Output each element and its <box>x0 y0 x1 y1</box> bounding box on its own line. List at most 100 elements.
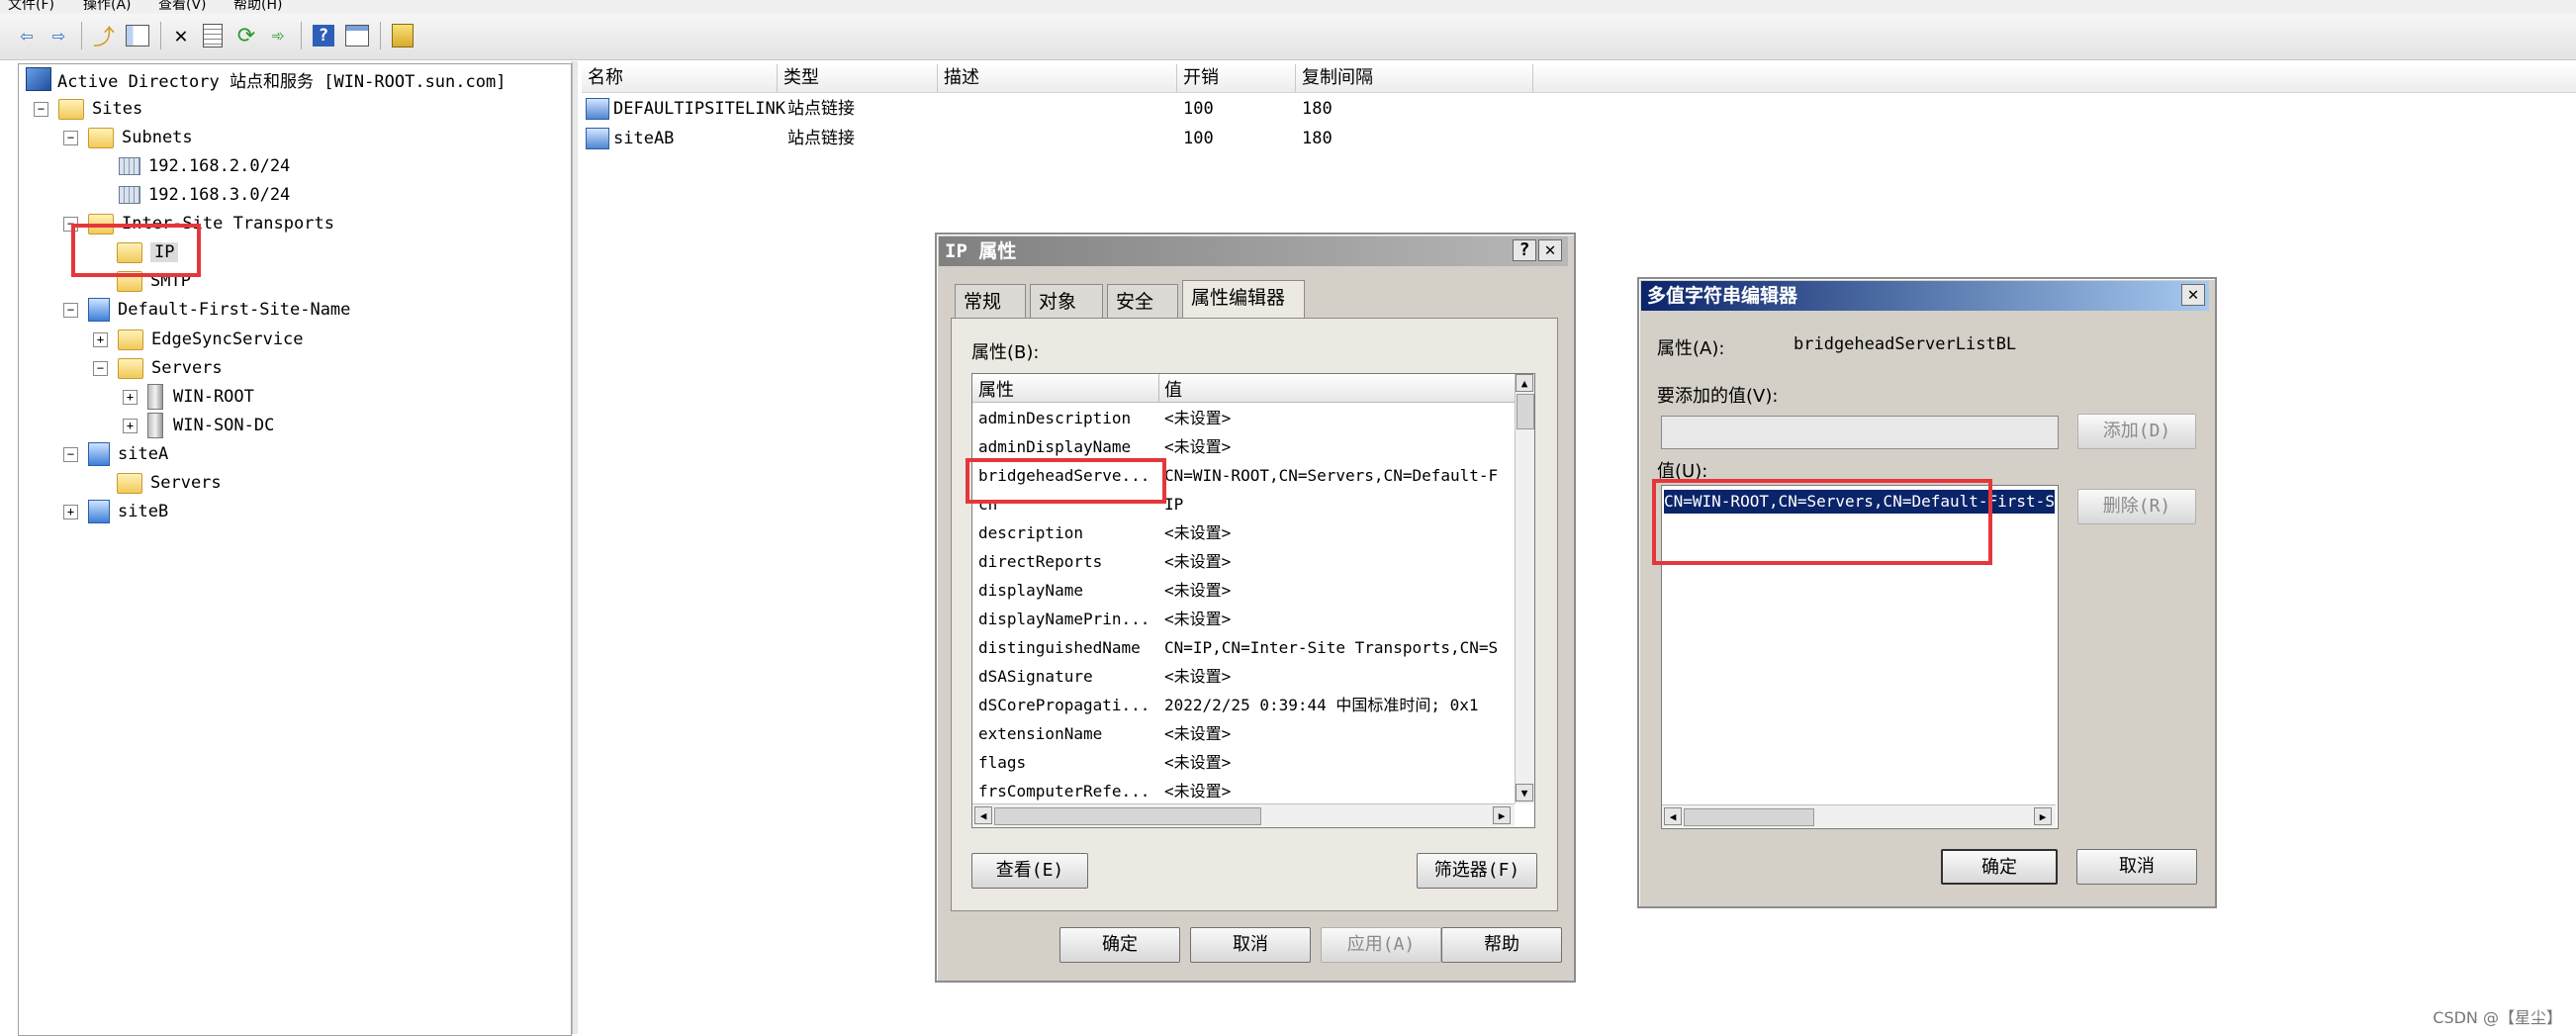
attribute-row[interactable]: adminDescription <未设置> <box>972 404 1515 432</box>
scroll-down-icon[interactable]: ▼ <box>1516 784 1533 801</box>
attribute-row[interactable]: dSCorePropagati... 2022/2/25 0:39:44 中国标准… <box>972 691 1515 719</box>
tree-item-subnet[interactable]: 192.168.3.0/24 <box>119 181 290 209</box>
show-tree-icon[interactable] <box>123 21 152 50</box>
menu-help[interactable]: 帮助(H) <box>233 0 282 14</box>
cancel-button[interactable]: 取消 <box>2076 849 2197 885</box>
export-icon[interactable]: ➾ <box>263 21 293 50</box>
attribute-editor-panel: 属性(B): 属性 值 adminDescription <未设置> adminDi… <box>951 318 1558 911</box>
view-button[interactable]: 查看(E) <box>971 853 1088 889</box>
tree-item-servers[interactable]: Servers <box>117 469 222 497</box>
scroll-right-icon[interactable]: ▶ <box>2034 807 2052 825</box>
add-button[interactable]: 添加(D) <box>2077 414 2196 449</box>
forward-icon[interactable]: ⇨ <box>44 21 73 50</box>
menu-action[interactable]: 操作(A) <box>83 0 132 14</box>
tree-item-default-site[interactable]: − Default-First-Site-Name <box>63 296 350 324</box>
help-button[interactable]: ? <box>1513 239 1536 261</box>
horizontal-scrollbar[interactable]: ◀ ▶ <box>972 803 1515 826</box>
scroll-thumb[interactable] <box>1684 808 1814 826</box>
tree-item-subnets[interactable]: − Subnets <box>63 124 193 151</box>
properties-icon[interactable] <box>198 21 228 50</box>
attribute-row[interactable]: extensionName <未设置> <box>972 719 1515 748</box>
collapse-icon[interactable]: − <box>63 216 78 232</box>
collapse-icon[interactable]: − <box>93 360 108 376</box>
tree-item-subnet[interactable]: 192.168.2.0/24 <box>119 152 290 180</box>
scroll-thumb[interactable] <box>1517 394 1534 429</box>
dialog-titlebar[interactable]: IP 属性 <box>939 236 1568 266</box>
tree-item-servers[interactable]: − Servers <box>93 354 223 382</box>
ok-button[interactable]: 确定 <box>1941 849 2058 885</box>
tab-general[interactable]: 常规 <box>955 284 1026 318</box>
attribute-row[interactable]: frsComputerRefe... <未设置> <box>972 777 1515 805</box>
tree-item-ip[interactable]: IP <box>117 238 179 266</box>
column-interval[interactable]: 复制间隔 <box>1296 64 1533 92</box>
filter-button[interactable]: 筛选器(F) <box>1417 853 1537 889</box>
collapse-icon[interactable]: − <box>63 130 78 145</box>
expand-icon[interactable]: + <box>63 504 78 519</box>
ok-button[interactable]: 确定 <box>1059 927 1180 963</box>
tree-item-siteB[interactable]: + siteB <box>63 498 168 525</box>
column-description[interactable]: 描述 <box>938 64 1177 92</box>
attribute-row[interactable]: directReports <未设置> <box>972 547 1515 576</box>
attribute-row[interactable]: distinguishedName CN=IP,CN=Inter-Site Tra… <box>972 633 1515 662</box>
folder-icon <box>88 213 114 235</box>
vertical-scrollbar[interactable]: ▲ ▼ <box>1515 374 1534 803</box>
close-button[interactable]: ✕ <box>1538 239 1562 261</box>
expand-icon[interactable]: + <box>123 389 138 405</box>
attribute-row[interactable]: displayNamePrin... <未设置> <box>972 605 1515 633</box>
attribute-row[interactable]: adminDisplayName <未设置> <box>972 432 1515 461</box>
values-list[interactable]: CN=WIN-ROOT,CN=Servers,CN=Default-First-… <box>1661 485 2059 829</box>
scroll-thumb[interactable] <box>994 807 1261 825</box>
back-icon[interactable]: ⇦ <box>12 21 42 50</box>
column-name[interactable]: 名称 <box>582 64 778 92</box>
remove-button[interactable]: 删除(R) <box>2077 489 2196 524</box>
attribute-row[interactable]: displayName <未设置> <box>972 576 1515 605</box>
tab-security[interactable]: 安全 <box>1107 284 1178 318</box>
apply-button[interactable]: 应用(A) <box>1321 927 1441 963</box>
tab-attribute-editor[interactable]: 属性编辑器 <box>1182 280 1305 318</box>
collapse-icon[interactable]: − <box>63 302 78 318</box>
list-row[interactable]: DEFAULTIPSITELINK <box>586 95 785 123</box>
console-icon[interactable] <box>388 21 417 50</box>
list-row[interactable]: siteAB <box>586 125 674 152</box>
dialog-titlebar[interactable]: 多值字符串编辑器 <box>1641 281 2209 311</box>
expand-icon[interactable]: + <box>123 418 138 433</box>
column-type[interactable]: 类型 <box>778 64 938 92</box>
tree-item-edgesync[interactable]: + EdgeSyncService <box>93 326 304 353</box>
tree-item-sites[interactable]: − Sites <box>34 95 142 123</box>
attribute-row[interactable]: bridgeheadServe... CN=WIN-ROOT,CN=Servers… <box>972 461 1515 490</box>
menu-view[interactable]: 查看(V) <box>158 0 207 14</box>
close-button[interactable]: ✕ <box>2181 284 2205 306</box>
scroll-up-icon[interactable]: ▲ <box>1516 374 1533 392</box>
column-cost[interactable]: 开销 <box>1177 64 1296 92</box>
scroll-left-icon[interactable]: ◀ <box>1664 807 1682 825</box>
tree-item-server[interactable]: + WIN-SON-DC <box>123 412 274 439</box>
tree-item-siteA[interactable]: − siteA <box>63 440 168 468</box>
menu-file[interactable]: 文件(F) <box>8 0 54 14</box>
tab-object[interactable]: 对象 <box>1030 284 1103 318</box>
delete-icon[interactable]: ✕ <box>166 21 196 50</box>
scroll-right-icon[interactable]: ▶ <box>1493 806 1511 824</box>
attribute-row[interactable]: description <未设置> <box>972 518 1515 547</box>
attribute-row[interactable]: dSASignature <未设置> <box>972 662 1515 691</box>
collapse-icon[interactable]: − <box>63 446 78 462</box>
help-icon[interactable]: ? <box>309 21 338 50</box>
value-item-selected[interactable]: CN=WIN-ROOT,CN=Servers,CN=Default-First-… <box>1664 490 2055 514</box>
tree-item-server[interactable]: + WIN-ROOT <box>123 383 254 411</box>
col-attribute[interactable]: 属性 <box>978 376 1014 402</box>
attribute-row[interactable]: cn IP <box>972 490 1515 518</box>
tree-item-inter-site-transports[interactable]: − Inter-Site Transports <box>63 210 334 237</box>
value-to-add-input[interactable] <box>1661 416 2059 449</box>
help-text-button[interactable]: 帮助 <box>1441 927 1562 963</box>
scroll-left-icon[interactable]: ◀ <box>974 806 992 824</box>
cancel-button[interactable]: 取消 <box>1190 927 1311 963</box>
tree-item-smtp[interactable]: SMTP <box>117 267 191 295</box>
up-folder-icon[interactable]: ⤴ <box>89 21 119 50</box>
tree-item-root[interactable]: Active Directory 站点和服务 [WIN-ROOT.sun.com… <box>26 65 506 93</box>
view-icon[interactable] <box>342 21 372 50</box>
expand-icon[interactable]: + <box>93 331 108 347</box>
attribute-row[interactable]: flags <未设置> <box>972 748 1515 777</box>
collapse-icon[interactable]: − <box>34 101 48 117</box>
refresh-icon[interactable]: ⟳ <box>231 21 261 50</box>
col-value[interactable]: 值 <box>1164 376 1182 402</box>
horizontal-scrollbar[interactable]: ◀ ▶ <box>1662 804 2056 827</box>
